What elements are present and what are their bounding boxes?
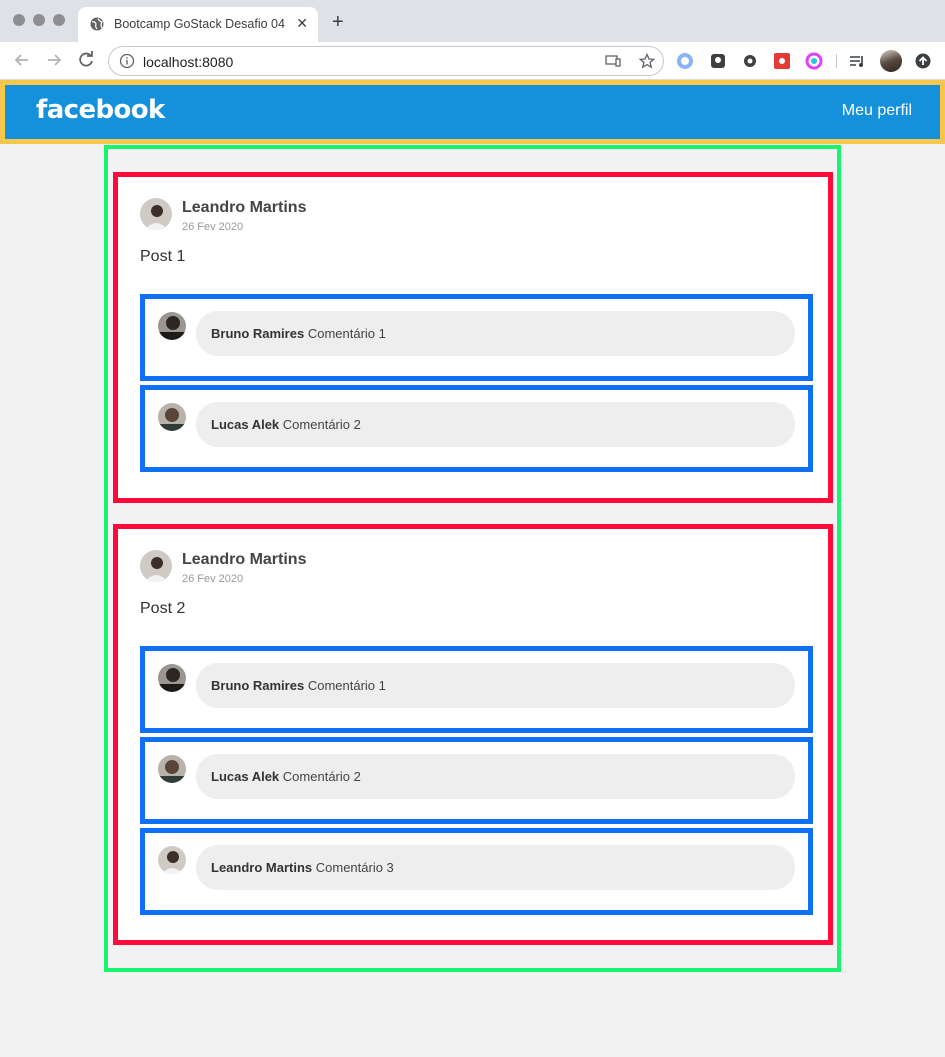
author-avatar[interactable] [140,198,172,230]
toolbar-separator [836,54,837,68]
post-author[interactable]: Leandro Martins [182,551,306,569]
comment-text: Comentário 2 [282,769,361,784]
update-arrow-icon[interactable] [914,52,932,70]
media-playlist-icon[interactable] [848,52,866,70]
comment: Lucas Alek Comentário 2 [140,385,813,472]
comment-text: Comentário 3 [315,860,394,875]
comment-avatar[interactable] [158,846,186,874]
color-picker-extension-icon[interactable] [805,52,823,70]
post-card: Leandro Martins 26 Fev 2020 Post 2 Bruno… [113,524,833,945]
comment-avatar[interactable] [158,755,186,783]
comment-author[interactable]: Lucas Alek [211,769,279,784]
forward-arrow-icon[interactable] [44,50,64,70]
comment-bubble: Bruno Ramires Comentário 1 [196,311,795,356]
cast-icon[interactable] [605,53,621,69]
address-bar[interactable]: localhost:8080 [108,46,664,76]
url-text: localhost:8080 [143,54,234,70]
comment-bubble: Lucas Alek Comentário 2 [196,402,795,447]
site-header: facebook Meu perfil [0,80,945,144]
lightbulb-extension-icon[interactable] [709,52,727,70]
window-maximize-button[interactable] [53,14,65,26]
gear-extension-icon[interactable] [741,52,759,70]
bookmark-star-icon[interactable] [639,53,655,69]
author-avatar[interactable] [140,550,172,582]
red-extension-icon[interactable] [773,52,791,70]
comment: Bruno Ramires Comentário 1 [140,646,813,733]
browser-tabstrip: Bootcamp GoStack Desafio 04 ✕ + [0,0,945,42]
comment-avatar[interactable] [158,403,186,431]
comment-bubble: Leandro Martins Comentário 3 [196,845,795,890]
back-arrow-icon[interactable] [12,50,32,70]
post-content: Post 1 [140,248,186,265]
window-minimize-button[interactable] [33,14,45,26]
facebook-logo[interactable]: facebook [36,95,165,125]
comment-text: Comentário 1 [307,678,386,693]
globe-icon [90,17,104,31]
comment-text: Comentário 2 [282,417,361,432]
new-tab-button[interactable]: + [332,12,344,32]
comment-author[interactable]: Bruno Ramires [211,678,304,693]
info-icon[interactable] [119,53,135,69]
comment: Leandro Martins Comentário 3 [140,828,813,915]
tab-close-icon[interactable]: ✕ [296,15,308,32]
comment: Bruno Ramires Comentário 1 [140,294,813,381]
comment-avatar[interactable] [158,312,186,340]
comment-bubble: Bruno Ramires Comentário 1 [196,663,795,708]
my-profile-link[interactable]: Meu perfil [842,102,912,120]
profile-avatar[interactable] [880,50,902,72]
comment-author[interactable]: Bruno Ramires [211,326,304,341]
comment-author[interactable]: Leandro Martins [211,860,312,875]
comment-avatar[interactable] [158,664,186,692]
post-content: Post 2 [140,600,186,617]
post-date: 26 Fev 2020 [182,573,244,585]
browser-toolbar: localhost:8080 [0,42,945,80]
tab-title: Bootcamp GoStack Desafio 04 [114,17,285,31]
comment-text: Comentário 1 [307,326,386,341]
comment-bubble: Lucas Alek Comentário 2 [196,754,795,799]
post-list: Leandro Martins 26 Fev 2020 Post 1 Bruno… [104,145,841,972]
post-date: 26 Fev 2020 [182,221,244,233]
window-close-button[interactable] [13,14,25,26]
reload-icon[interactable] [76,50,96,70]
comment: Lucas Alek Comentário 2 [140,737,813,824]
browser-tab[interactable]: Bootcamp GoStack Desafio 04 ✕ [78,7,318,42]
comment-author[interactable]: Lucas Alek [211,417,279,432]
post-author[interactable]: Leandro Martins [182,199,306,217]
post-card: Leandro Martins 26 Fev 2020 Post 1 Bruno… [113,172,833,503]
extension-1-icon[interactable] [676,52,694,70]
